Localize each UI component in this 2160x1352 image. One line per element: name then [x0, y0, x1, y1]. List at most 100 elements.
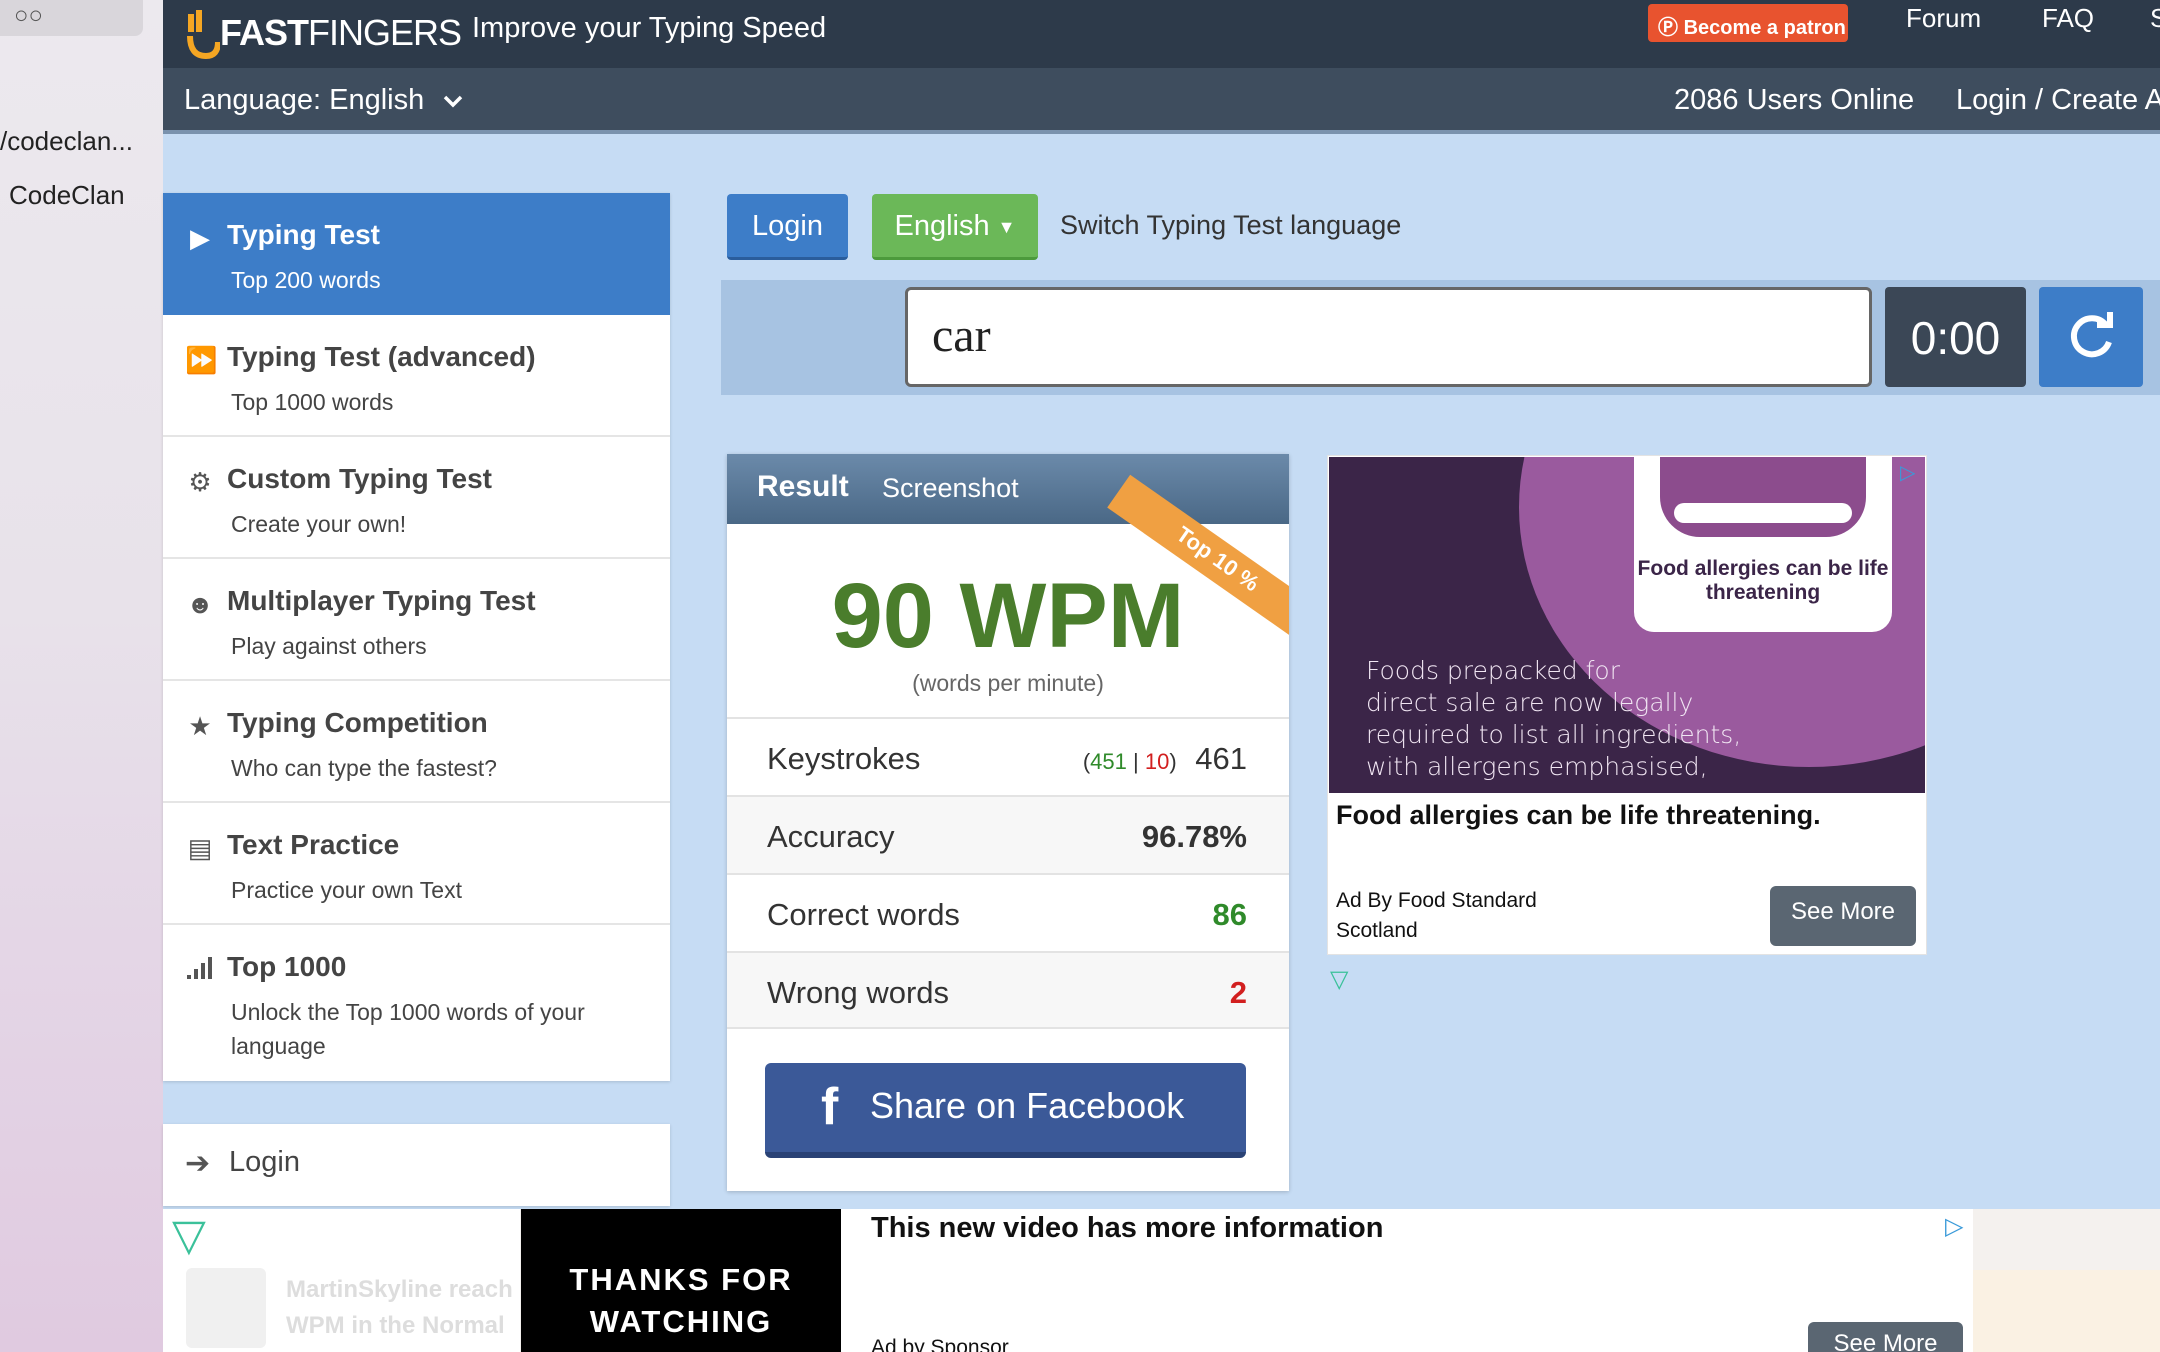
timer: 0:00 [1885, 287, 2026, 387]
ad-food-allergies[interactable]: Food allergies can be life threatening F… [1327, 455, 1927, 955]
correct-words-label: Correct words [767, 897, 960, 932]
faded-notification: MartinSkyline reach WPM in the Normal [286, 1272, 513, 1344]
ad-image-line: direct sale are now legally [1366, 688, 1694, 717]
sidebar-item-title: Text Practice [227, 829, 400, 860]
sidebar-item-title: Typing Competition [227, 707, 488, 738]
sidebar-item-title: Typing Test (advanced) [227, 341, 536, 372]
logo-hand-icon [187, 10, 220, 60]
sidebar-item-title: Top 1000 [227, 951, 347, 982]
gears-icon: ⚙ [188, 467, 212, 497]
chevron-down-icon [444, 96, 463, 108]
logo-text-bold: FAST [220, 12, 309, 53]
notification-avatar [186, 1268, 266, 1348]
forum-link[interactable]: Forum [1906, 3, 1981, 34]
sidebar-item-typing-test[interactable]: ▶ Typing Test Top 200 words [163, 193, 670, 315]
bottom-ad-right-strip [1973, 1270, 2160, 1352]
language-dropdown[interactable]: Language: English [184, 84, 464, 117]
ad-byline: Ad By Food Standard Scotland [1336, 886, 1537, 946]
ad-image-text: Foods prepacked for direct sale are now … [1366, 655, 1741, 783]
tab-screenshot[interactable]: Screenshot [882, 473, 1019, 504]
tagline: Improve your Typing Speed [472, 12, 827, 44]
refresh-icon [2070, 312, 2113, 358]
login-create-link[interactable]: Login / Create A [1956, 84, 2160, 117]
browser-sidebar-item-url[interactable]: /codeclan... [0, 126, 133, 157]
document-icon: ▤ [187, 833, 213, 863]
ad-by-line1: Ad By Food Standard [1336, 889, 1537, 912]
faq-link[interactable]: FAQ [2042, 3, 2094, 34]
correct-words-row: Correct words 86 [727, 873, 1289, 951]
users-icon: ☻ [186, 589, 214, 619]
restart-button[interactable] [2039, 287, 2143, 387]
caret-down-icon: ▼ [997, 216, 1016, 237]
sidebar-item-custom-typing-test[interactable]: ⚙ Custom Typing Test Create your own! [163, 437, 670, 559]
ad-image-line: required to list all ingredients, [1366, 720, 1742, 749]
trophy-icon: ★ [188, 711, 212, 741]
fast-forward-icon: ⏩ [185, 345, 218, 375]
sidebar-item-text-practice[interactable]: ▤ Text Practice Practice your own Text [163, 803, 670, 925]
sidebar-item-multiplayer[interactable]: ☻ Multiplayer Typing Test Play against o… [163, 559, 670, 681]
keystrokes-total: 461 [1195, 741, 1247, 776]
keystrokes-value: (451 | 10) 461 [1082, 741, 1247, 776]
ad-title[interactable]: Food allergies can be life threatening. [1336, 800, 1821, 831]
keystrokes-wrong: 10 [1144, 749, 1170, 774]
faded-notification-line2: WPM in the Normal [286, 1312, 505, 1339]
burger-bun-line [1674, 503, 1852, 523]
sidebar-item-competition[interactable]: ★ Typing Competition Who can type the fa… [163, 681, 670, 803]
browser-sidebar-item-title[interactable]: CodeClan [9, 180, 125, 211]
ad-box-text: Food allergies can be life threatening [1637, 557, 1889, 604]
sidebar-item-top-1000[interactable]: Top 1000 Unlock the Top 1000 words of yo… [163, 925, 670, 1081]
sign-in-icon: ➔ [185, 1147, 211, 1180]
keystrokes-label: Keystrokes [767, 741, 921, 776]
adchoices-icon[interactable]: ▷ [1900, 460, 1915, 485]
adchoices-icon[interactable]: ▷ [1945, 1212, 1963, 1241]
burger-icon [1660, 457, 1866, 537]
result-header: Result Screenshot [727, 454, 1289, 524]
accuracy-value: 96.78% [1141, 819, 1247, 854]
fastfingers-logo[interactable]: FASTFINGERS [186, 6, 462, 62]
login-button[interactable]: Login [727, 194, 848, 260]
signal-bars-icon [185, 955, 215, 985]
share-facebook-button[interactable]: f Share on Facebook [765, 1063, 1246, 1158]
patreon-icon: Ⓟ [1658, 17, 1678, 39]
sidebar-item-subtitle: Play against others [231, 633, 427, 659]
sidebar-item-typing-test-advanced[interactable]: ⏩ Typing Test (advanced) Top 1000 words [163, 315, 670, 437]
language-label: Language: English [184, 84, 425, 116]
share-facebook-label: Share on Facebook [870, 1085, 1185, 1126]
wrong-words-value: 2 [1229, 975, 1247, 1010]
sidebar-item-title: Custom Typing Test [227, 463, 492, 494]
sidebar-menu: ▶ Typing Test Top 200 words ⏩ Typing Tes… [163, 193, 670, 1081]
wpm-value: 90 WPM [831, 565, 1185, 667]
nav-link-truncated[interactable]: S [2150, 3, 2160, 34]
sidebar-item-title: Typing Test [227, 219, 380, 250]
video-ad-title[interactable]: This new video has more information [871, 1212, 1383, 1245]
faded-notification-line1: MartinSkyline reach [286, 1276, 513, 1303]
video-thumbnail[interactable]: THANKS FOR WATCHING [521, 1209, 841, 1352]
users-online: 2086 Users Online [1674, 84, 1915, 116]
accuracy-row: Accuracy 96.78% [727, 795, 1289, 873]
sidebar-login[interactable]: ➔ Login [163, 1124, 670, 1206]
patron-label: Become a patron [1683, 17, 1846, 39]
ad-network-icon: ▽ [172, 1211, 206, 1260]
ad-network-icon: ▽ [1330, 966, 1349, 993]
logo-text-light: FINGERS [308, 12, 462, 53]
language-button-label: English [894, 210, 990, 242]
sidebar-item-subtitle: Practice your own Text [231, 877, 462, 903]
word-input[interactable]: car [905, 287, 1872, 387]
ad-image-line: with allergens emphasised, [1366, 752, 1708, 781]
language-select-button[interactable]: English ▼ [872, 194, 1038, 260]
video-ad-byline: Ad by Sponsor [871, 1336, 1009, 1352]
video-ad-see-more-button[interactable]: See More [1808, 1322, 1963, 1352]
ad-see-more-button[interactable]: See More [1770, 886, 1916, 946]
correct-words-value: 86 [1212, 897, 1247, 932]
tab-result[interactable]: Result [757, 470, 849, 504]
ad-burger-box: Food allergies can be life threatening [1634, 457, 1892, 632]
sidebar-item-title: Multiplayer Typing Test [227, 585, 536, 616]
wrong-words-label: Wrong words [767, 975, 950, 1010]
sidebar-item-subtitle: Top 1000 words [231, 389, 394, 415]
result-card: Result Screenshot Top 10 % 90 WPM (words… [727, 454, 1289, 1191]
ad-image: Food allergies can be life threatening F… [1329, 457, 1925, 793]
sidebar-item-subtitle: Create your own! [231, 511, 407, 537]
become-patron-button[interactable]: Ⓟ Become a patron [1648, 4, 1848, 42]
reader-glasses-icon[interactable]: ○○ [0, 0, 143, 36]
sidebar-login-label: Login [229, 1146, 300, 1178]
